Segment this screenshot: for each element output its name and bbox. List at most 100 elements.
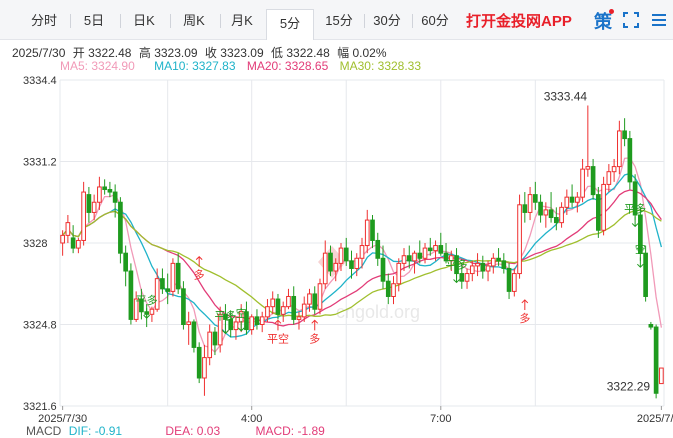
candle-body bbox=[391, 283, 396, 297]
candle-body bbox=[659, 367, 664, 385]
kline-chart[interactable]: cngold.org 3334.43331.233283324.83321.6 … bbox=[0, 0, 673, 433]
macd-legend: MACD DIF: -0.91 DEA: 0.03 MACD: -1.89 bbox=[26, 424, 325, 438]
candle-body bbox=[286, 295, 291, 308]
candle-body bbox=[97, 186, 102, 203]
candle-body bbox=[627, 138, 633, 183]
candle-body bbox=[459, 273, 465, 282]
candle-body bbox=[417, 252, 423, 259]
candle-body bbox=[212, 331, 218, 346]
candle-body bbox=[343, 247, 349, 262]
y-tick-label: 3331.2 bbox=[23, 157, 57, 169]
candle-body bbox=[427, 247, 433, 252]
trade-signal-label: 多 bbox=[519, 311, 530, 325]
candle-body bbox=[364, 219, 370, 247]
candle-body bbox=[270, 298, 276, 308]
y-tick-label: 3328 bbox=[23, 238, 47, 250]
signal-arrow-down bbox=[631, 216, 639, 228]
candle-body bbox=[354, 257, 360, 269]
candle-body bbox=[118, 201, 123, 254]
candle-body bbox=[506, 267, 512, 292]
candle-body bbox=[186, 321, 192, 325]
candle-body bbox=[207, 331, 213, 359]
candle-body bbox=[511, 273, 517, 292]
candle-body bbox=[601, 183, 606, 231]
candle-body bbox=[123, 252, 128, 272]
price-extreme-label: 3322.29 bbox=[607, 379, 651, 393]
candle-body bbox=[291, 295, 297, 320]
trade-signal-label: 平多 bbox=[624, 201, 646, 215]
candle-body bbox=[81, 191, 86, 241]
candle-body bbox=[611, 166, 617, 173]
candle-body bbox=[617, 130, 622, 168]
candle-body bbox=[438, 245, 444, 254]
macd-value-label: MACD: bbox=[255, 424, 295, 438]
dif-value: -0.91 bbox=[94, 424, 123, 438]
candle-body bbox=[338, 247, 344, 264]
price-extreme-label: 3333.44 bbox=[544, 89, 588, 103]
candle-body bbox=[522, 204, 528, 213]
candle-body bbox=[196, 346, 202, 379]
candle-body bbox=[553, 217, 559, 224]
y-tick-label: 3324.8 bbox=[23, 320, 57, 332]
candle-body bbox=[527, 194, 533, 213]
candle-body bbox=[643, 252, 648, 297]
candle-body bbox=[406, 255, 412, 262]
dea-value: 0.03 bbox=[196, 424, 221, 438]
candle-body bbox=[590, 166, 596, 196]
dea-label: DEA: bbox=[165, 424, 194, 438]
candle-body bbox=[385, 280, 391, 297]
candle-body bbox=[70, 237, 76, 249]
candle-body bbox=[254, 316, 260, 325]
candle-body bbox=[375, 239, 381, 259]
candle-body bbox=[91, 201, 97, 213]
trade-signal-label: 空 bbox=[236, 306, 247, 320]
candle-body bbox=[333, 262, 339, 272]
candle-body bbox=[648, 324, 654, 328]
candle-body bbox=[532, 194, 538, 203]
y-tick-label: 3321.6 bbox=[23, 401, 57, 413]
candle-body bbox=[464, 273, 470, 282]
signal-arrow-up bbox=[311, 319, 319, 331]
candle-body bbox=[307, 293, 312, 305]
trade-signal-label: 多 bbox=[194, 268, 205, 282]
candle-body bbox=[149, 308, 155, 315]
y-tick-label: 3334.4 bbox=[23, 75, 57, 87]
candle-body bbox=[202, 357, 207, 379]
candle-body bbox=[396, 262, 402, 285]
candle-body bbox=[569, 196, 575, 203]
macd-label: MACD bbox=[26, 424, 62, 438]
candle-body bbox=[548, 209, 554, 219]
trade-signal-label: 平多 bbox=[446, 257, 468, 271]
candle-body bbox=[490, 257, 496, 267]
candle-body bbox=[328, 252, 333, 272]
candle-body bbox=[301, 303, 307, 318]
candle-body bbox=[517, 204, 522, 275]
candle-body bbox=[475, 262, 480, 267]
trade-signal-label: 平空 bbox=[267, 331, 289, 345]
candle-body bbox=[181, 288, 186, 325]
candle-body bbox=[622, 130, 627, 140]
candle-body bbox=[280, 306, 286, 315]
candle-body bbox=[296, 316, 302, 320]
trade-signal-label: 多 bbox=[309, 331, 320, 345]
candle-body bbox=[175, 262, 181, 290]
trade-signal-label: 平多 bbox=[136, 293, 158, 307]
candle-body bbox=[128, 270, 134, 320]
candle-body bbox=[112, 191, 118, 203]
dif-label: DIF: bbox=[68, 424, 92, 438]
candle-body bbox=[359, 245, 365, 259]
candle-body bbox=[596, 194, 601, 231]
candle-body bbox=[160, 278, 165, 290]
signal-arrow-down bbox=[637, 257, 644, 268]
candle-body bbox=[233, 321, 239, 331]
candle-body bbox=[485, 265, 491, 272]
candle-body bbox=[76, 239, 81, 249]
candle-body bbox=[401, 255, 407, 264]
candle-body bbox=[65, 222, 71, 236]
candle-body bbox=[501, 260, 507, 269]
candle-body bbox=[249, 316, 255, 331]
candle-body bbox=[60, 234, 65, 244]
watermark-text: cngold.org bbox=[336, 302, 420, 322]
candle-body bbox=[580, 168, 585, 198]
candle-body bbox=[322, 252, 328, 285]
